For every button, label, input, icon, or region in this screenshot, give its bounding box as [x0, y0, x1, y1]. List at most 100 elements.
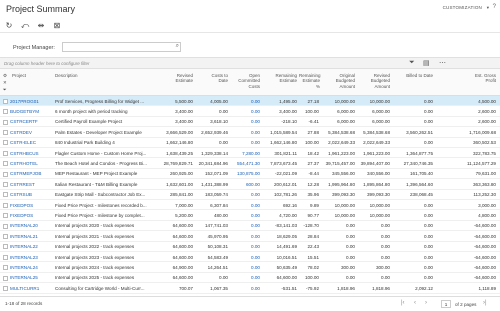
table-row[interactable]: INTERNAL23 Internal projects 2023 - track… [0, 252, 500, 263]
table-row[interactable]: CSTR-ELEC 840 Industrial Park Building 4 1… [0, 138, 500, 148]
table-row[interactable]: MULTICURR1 Consulting for Cartridge World… [0, 283, 500, 294]
header-settings-icon[interactable]: ⚙ [3, 73, 7, 78]
cell-open-committed[interactable]: 554,471.30 [232, 161, 260, 166]
next-page-button[interactable]: › [425, 300, 427, 306]
table-row[interactable]: CSTRCERTF Certified Payroll Example Proje… [0, 117, 500, 128]
column-header-costs-to-date[interactable]: Costs to Date [201, 73, 228, 84]
cell-project[interactable]: INTERNAL25 [10, 275, 54, 280]
row-checkbox[interactable] [3, 202, 8, 208]
cell-open-committed[interactable]: 0.00 [232, 140, 260, 145]
cell-open-committed[interactable]: 0.00 [232, 213, 260, 218]
column-header-original-budget[interactable]: Original Budgeted Amount [323, 73, 355, 89]
column-header-revised-estimate[interactable]: Revised Estimate [163, 73, 193, 84]
column-header-open-committed[interactable]: Open Committed Costs [234, 73, 260, 89]
row-checkbox[interactable] [3, 233, 8, 239]
cell-open-committed[interactable]: 0.00 [232, 244, 260, 249]
column-header-description[interactable]: Description [55, 73, 78, 78]
cell-project[interactable]: CSTRREST [10, 182, 54, 187]
help-icon[interactable]: ? [493, 4, 496, 10]
cell-open-committed[interactable]: 0.00 [232, 192, 260, 197]
cell-project[interactable]: CSTRDEV [10, 130, 54, 135]
cell-project[interactable]: 2017PROG01 [10, 99, 54, 104]
column-header-project[interactable]: Project [12, 73, 26, 78]
cell-project[interactable]: CSTR-ELEC [10, 140, 54, 145]
cell-open-committed[interactable]: 0.00 [232, 255, 260, 260]
cell-open-committed[interactable]: 0.00 [232, 203, 260, 208]
header-funnel-icon[interactable]: ⏷ [3, 87, 7, 92]
header-clear-icon[interactable]: ✕ [3, 80, 7, 85]
more-icon[interactable]: ⋯ [439, 59, 446, 67]
row-checkbox[interactable] [3, 285, 8, 291]
cell-open-committed[interactable]: 0.00 [232, 119, 260, 124]
cell-project[interactable]: CSTRSUB [10, 192, 54, 197]
cell-open-committed[interactable]: 0.00 [232, 99, 260, 104]
refresh-icon[interactable]: ↻ [4, 21, 14, 31]
cell-open-committed[interactable]: 0.00 [232, 223, 260, 228]
cell-project[interactable]: INTERNAL21 [10, 234, 54, 239]
cell-project[interactable]: CSTRHOTEL [10, 161, 54, 166]
chevron-down-icon[interactable]: ▾ [487, 5, 489, 11]
cell-project[interactable]: CSTRMEPJOB [10, 171, 54, 176]
column-header-revised-budget[interactable]: Revised Budgeted Amount [358, 73, 390, 89]
cell-open-committed[interactable]: 7,280.00 [232, 151, 260, 156]
cell-open-committed[interactable]: 600.00 [232, 182, 260, 187]
cell-open-committed[interactable]: 0.00 [232, 275, 260, 280]
row-checkbox[interactable] [3, 213, 8, 219]
table-row[interactable]: INTERNAL21 Internal projects 2021 - track… [0, 231, 500, 242]
table-row[interactable]: INTERNAL22 Internal projects 2022 - track… [0, 242, 500, 252]
row-checkbox[interactable] [3, 140, 8, 146]
column-header-remaining-pct[interactable]: Remaining Estimate % [299, 73, 321, 89]
fit-width-icon[interactable]: ⇹ [36, 21, 46, 31]
cell-project[interactable]: FIXEDPOS [10, 203, 54, 208]
table-row[interactable]: CSTRHOTEL The Beach Hotel and Condos - Pr… [0, 158, 500, 169]
row-checkbox[interactable] [3, 265, 8, 271]
table-row[interactable]: FIXEDPOS Fixed Price Project - milestone … [0, 210, 500, 221]
cell-open-committed[interactable]: 0.00 [232, 265, 260, 270]
column-header-remaining-estimate[interactable]: Remaining Estimate [265, 73, 297, 84]
row-checkbox[interactable] [3, 244, 8, 250]
table-row[interactable]: CSTRHBCUS Flagler Custom Home - Custom Ho… [0, 148, 500, 159]
search-icon[interactable]: ⌕ [176, 43, 179, 50]
table-row[interactable]: FIXEDPOS Fixed Price Project - milestones… [0, 200, 500, 211]
filter-icon[interactable]: ⏷ [409, 59, 415, 67]
prev-page-button[interactable]: ‹ [414, 300, 416, 306]
table-row[interactable]: 2017PROG01 Prof Services, Progress Billin… [0, 96, 500, 107]
table-row[interactable]: INTERNAL24 Internal projects 2024 - track… [0, 262, 500, 273]
cell-project[interactable]: CSTRHBCUS [10, 151, 54, 156]
table-row[interactable]: CSTRMEPJOB MEP Restaurant - MEP Project E… [0, 169, 500, 180]
cell-project[interactable]: INTERNAL24 [10, 265, 54, 270]
cell-project[interactable]: INTERNAL23 [10, 255, 54, 260]
table-row[interactable]: CSTRREST Italian Restaurant - T&M Billing… [0, 179, 500, 190]
undo-icon[interactable]: ⤺ [20, 21, 30, 31]
table-row[interactable]: CSTRSUB Eastgate Strip Mall - Subcontract… [0, 190, 500, 200]
row-checkbox[interactable] [3, 98, 8, 104]
cell-project[interactable]: FIXEDPOS [10, 213, 54, 218]
row-checkbox[interactable] [3, 254, 8, 260]
column-header-est-gross-profit[interactable]: Est. Gross Profit [466, 73, 496, 84]
table-row[interactable]: INTERNAL25 Internal projects 2025 - track… [0, 273, 500, 284]
row-checkbox[interactable] [3, 223, 8, 229]
last-page-button[interactable]: ›| [483, 300, 487, 306]
row-checkbox[interactable] [3, 161, 8, 167]
cell-project[interactable]: MULTICURR1 [10, 286, 54, 291]
row-checkbox[interactable] [3, 109, 8, 115]
cell-open-committed[interactable]: 0.00 [232, 130, 260, 135]
cell-open-committed[interactable]: 0.00 [232, 109, 260, 114]
column-header-billed-to-date[interactable]: Billed to Date [405, 73, 433, 78]
row-checkbox[interactable] [3, 181, 8, 187]
row-checkbox[interactable] [3, 119, 8, 125]
first-page-button[interactable]: |‹ [401, 300, 405, 306]
row-checkbox[interactable] [3, 171, 8, 177]
cell-open-committed[interactable]: 0.00 [232, 234, 260, 239]
customization-menu[interactable]: CUSTOMIZATION [443, 5, 482, 10]
table-row[interactable]: BUDGETBYM 6 month project with period tra… [0, 106, 500, 117]
table-row[interactable]: INTERNAL20 Internal projects 2020 - track… [0, 221, 500, 232]
row-checkbox[interactable] [3, 192, 8, 198]
project-manager-input[interactable]: ⌕ [62, 42, 181, 52]
row-checkbox[interactable] [3, 150, 8, 156]
delete-icon[interactable]: ▤ [423, 59, 430, 67]
row-checkbox[interactable] [3, 275, 8, 281]
cell-project[interactable]: CSTRCERTF [10, 119, 54, 124]
cell-project[interactable]: INTERNAL20 [10, 223, 54, 228]
cell-open-committed[interactable]: 0.00 [232, 286, 260, 291]
